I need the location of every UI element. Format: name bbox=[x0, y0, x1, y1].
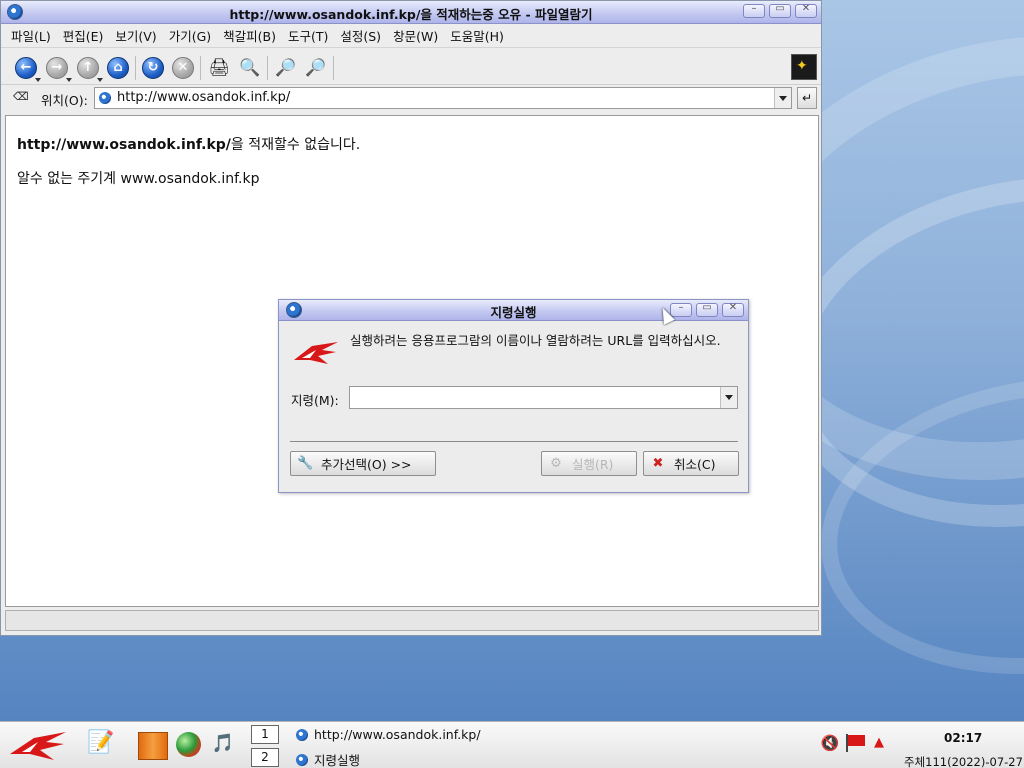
go-button[interactable]: ↵ bbox=[797, 87, 817, 109]
red-star-logo-icon bbox=[294, 342, 338, 364]
favicon-icon bbox=[99, 92, 111, 104]
date: 주체111(2022)-07-27 bbox=[904, 755, 1023, 768]
browser-titlebar[interactable]: http://www.osandok.inf.kp/을 적재하는중 오유 - 파… bbox=[1, 1, 821, 24]
status-bar bbox=[5, 610, 819, 631]
volume-muted-icon[interactable]: 🔇 bbox=[820, 734, 840, 754]
task-run-command[interactable]: 지령실행 bbox=[296, 750, 360, 768]
cancel-label: 취소(C) bbox=[674, 457, 716, 472]
globe-icon[interactable] bbox=[176, 732, 201, 757]
run-button[interactable]: ⚙ 실행(R) bbox=[541, 451, 637, 476]
up-icon: ↑ bbox=[77, 57, 99, 79]
error-heading: http://www.osandok.inf.kp/을 적재할수 없습니다. bbox=[17, 134, 360, 154]
maximize-icon: ▭ bbox=[702, 302, 712, 313]
more-options-label: 추가선택(O) >> bbox=[321, 457, 412, 472]
desktop-pager-1[interactable]: 1 bbox=[251, 725, 279, 744]
zoom-out-icon: 🔎 bbox=[305, 58, 327, 78]
back-button[interactable]: ← bbox=[13, 55, 41, 82]
dialog-message: 실행하려는 응용프로그람의 이름이나 열람하려는 URL를 입력하십시오. bbox=[350, 333, 721, 348]
error-detail: 알수 없는 주기계 www.osandok.inf.kp bbox=[17, 171, 260, 187]
desktop: http://www.osandok.inf.kp/을 적재하는중 오유 - 파… bbox=[0, 0, 1024, 768]
up-button[interactable]: ↑ bbox=[75, 55, 103, 82]
media-player-icon[interactable]: 🎵 bbox=[211, 730, 235, 758]
back-icon: ← bbox=[15, 57, 37, 79]
location-history-dropdown[interactable] bbox=[774, 88, 791, 108]
close-icon: ✕ bbox=[801, 3, 811, 14]
dialog-minimize-button[interactable]: – bbox=[670, 302, 692, 317]
reload-icon: ↻ bbox=[142, 57, 164, 79]
print-icon: 🖨 bbox=[208, 58, 230, 78]
location-input[interactable]: http://www.osandok.inf.kp/ bbox=[94, 87, 792, 109]
menu-view[interactable]: 보기(V) bbox=[109, 26, 162, 45]
minimize-icon: – bbox=[678, 302, 684, 313]
menu-bookmarks[interactable]: 책갈피(B) bbox=[217, 26, 282, 45]
dialog-maximize-button[interactable]: ▭ bbox=[696, 302, 718, 317]
dialog-close-button[interactable]: ✕ bbox=[722, 302, 744, 317]
menu-help[interactable]: 도움말(H) bbox=[444, 26, 510, 45]
favicon-icon bbox=[296, 728, 308, 741]
notepad-icon[interactable]: 📝 bbox=[86, 728, 116, 758]
maximize-icon: ▭ bbox=[775, 3, 785, 14]
dialog-divider bbox=[290, 441, 738, 442]
clear-location-icon[interactable]: ⌫ bbox=[13, 91, 29, 103]
stop-icon: ✕ bbox=[172, 57, 194, 79]
zoom-in-button[interactable]: 🔎 bbox=[273, 55, 299, 81]
menu-go[interactable]: 가기(G) bbox=[163, 26, 217, 45]
zoom-out-button[interactable]: 🔎 bbox=[303, 55, 329, 81]
office-icon[interactable] bbox=[138, 732, 168, 760]
go-icon: ↵ bbox=[801, 91, 813, 105]
minimize-button[interactable]: – bbox=[743, 3, 765, 18]
browser-title: http://www.osandok.inf.kp/을 적재하는중 오유 - 파… bbox=[229, 7, 593, 22]
error-suffix: 을 적재할수 없습니다. bbox=[230, 137, 361, 153]
dialog-titlebar[interactable]: 지령실행 – ▭ ✕ bbox=[279, 300, 748, 321]
menu-settings[interactable]: 설정(S) bbox=[334, 26, 387, 45]
reload-button[interactable]: ↻ bbox=[140, 55, 166, 81]
home-icon: ⌂ bbox=[107, 57, 129, 79]
menu-edit[interactable]: 편집(E) bbox=[57, 26, 110, 45]
find-button[interactable]: 🔍 bbox=[237, 55, 263, 81]
konqueror-icon[interactable]: ✦ bbox=[791, 54, 817, 80]
pager-label: 2 bbox=[261, 750, 269, 764]
close-icon: ✕ bbox=[728, 302, 738, 313]
menubar: 파일(L) 편집(E) 보기(V) 가기(G) 책갈피(B) 도구(T) 설정(… bbox=[1, 24, 821, 48]
stop-button[interactable]: ✕ bbox=[170, 55, 196, 81]
wrench-icon: 🔧 bbox=[297, 455, 314, 471]
find-icon: 🔍 bbox=[239, 58, 261, 78]
menu-window[interactable]: 창문(W) bbox=[387, 26, 444, 45]
taskbar: 📝 🎵 1 2 http://www.osandok.inf.kp/ 지령실행 … bbox=[0, 721, 1024, 768]
more-options-button[interactable]: 🔧 추가선택(O) >> bbox=[290, 451, 436, 476]
task-run-command-label: 지령실행 bbox=[314, 753, 361, 768]
close-button[interactable]: ✕ bbox=[795, 3, 817, 18]
cancel-icon: ✖ bbox=[652, 455, 664, 471]
menu-tools[interactable]: 도구(T) bbox=[282, 26, 334, 45]
forward-button[interactable]: → bbox=[44, 55, 72, 82]
task-browser-label: http://www.osandok.inf.kp/ bbox=[314, 727, 481, 742]
maximize-button[interactable]: ▭ bbox=[769, 3, 791, 18]
command-history-dropdown[interactable] bbox=[720, 387, 737, 408]
error-url: http://www.osandok.inf.kp/ bbox=[17, 137, 231, 153]
start-menu-red-star-icon[interactable] bbox=[8, 730, 68, 762]
gear-icon: ⚙ bbox=[550, 455, 562, 471]
desktop-pager-2[interactable]: 2 bbox=[251, 748, 279, 767]
clock[interactable]: 02:17 bbox=[944, 731, 982, 745]
command-input[interactable] bbox=[349, 386, 738, 409]
run-command-icon bbox=[296, 753, 308, 766]
run-label: 실행(R) bbox=[572, 457, 614, 472]
command-label: 지령(M): bbox=[291, 393, 339, 408]
system-tray-icon[interactable]: ▲ bbox=[872, 736, 886, 750]
run-command-dialog: 지령실행 – ▭ ✕ 실행하려는 응용프로그람의 이름이나 열람하려는 URL를… bbox=[278, 299, 749, 493]
zoom-in-icon: 🔎 bbox=[275, 58, 297, 78]
red-flag-icon[interactable] bbox=[844, 734, 866, 752]
toolbar: ← → ↑ ⌂ ↻ ✕ 🖨 🔍 🔎 🔎 ✦ bbox=[1, 50, 821, 85]
print-button[interactable]: 🖨 bbox=[206, 55, 232, 81]
menu-file[interactable]: 파일(L) bbox=[5, 26, 57, 45]
location-bar: ⌫ 위치(O): http://www.osandok.inf.kp/ ↵ bbox=[1, 85, 821, 111]
minimize-icon: – bbox=[751, 3, 757, 14]
pager-label: 1 bbox=[261, 727, 269, 741]
task-browser[interactable]: http://www.osandok.inf.kp/ bbox=[296, 727, 481, 742]
forward-icon: → bbox=[46, 57, 68, 79]
location-value: http://www.osandok.inf.kp/ bbox=[117, 90, 291, 105]
location-label: 위치(O): bbox=[41, 93, 88, 108]
cancel-button[interactable]: ✖ 취소(C) bbox=[643, 451, 739, 476]
home-button[interactable]: ⌂ bbox=[105, 55, 131, 81]
